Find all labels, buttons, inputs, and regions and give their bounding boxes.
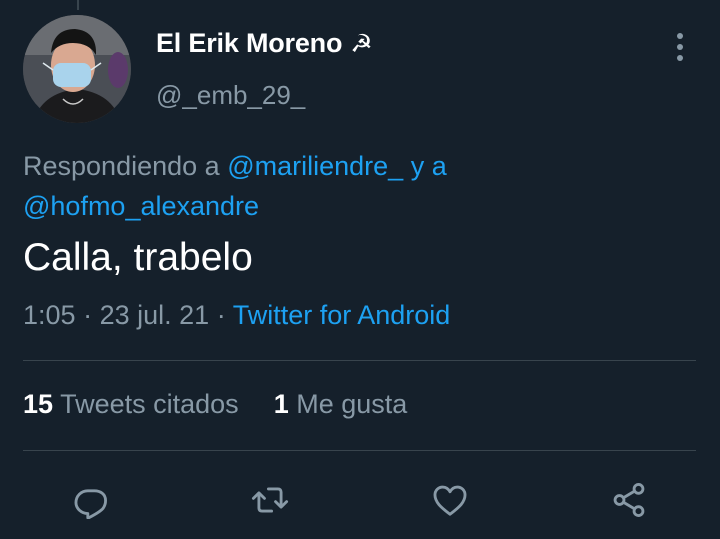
avatar[interactable] [23,15,131,123]
author-name-row[interactable]: El Erik Moreno ☭ [156,28,373,59]
divider [23,450,696,451]
avatar-image [23,15,131,123]
quotes-label: Tweets citados [60,389,239,419]
tweet-source[interactable]: Twitter for Android [233,300,451,330]
reply-connector[interactable]: y a [411,151,447,181]
share-icon [613,483,645,517]
like-icon [433,485,467,516]
tweet-text: Calla, trabelo [23,236,253,279]
share-button[interactable] [609,478,649,522]
tweet-time[interactable]: 1:05 [23,300,76,330]
display-name[interactable]: El Erik Moreno [156,28,342,59]
reply-button[interactable] [71,478,111,522]
meta-separator: · [216,300,226,330]
reply-context: Respondiendo a @mariliendre_ y a @hofmo_… [23,146,683,226]
like-button[interactable] [430,478,470,522]
quotes-stat[interactable]: 15 Tweets citados [23,389,239,419]
likes-label: Me gusta [296,389,408,419]
tweet-date[interactable]: 23 jul. 21 [100,300,210,330]
likes-count: 1 [273,389,289,419]
tweet-meta: 1:05 · 23 jul. 21 · Twitter for Android [23,300,450,331]
more-options-icon[interactable] [668,30,692,64]
divider [23,360,696,361]
reply-icon [74,489,107,519]
tweet-stats: 15 Tweets citados 1 Me gusta [23,389,407,420]
thread-line [77,0,79,10]
mention-link[interactable]: @hofmo_alexandre [23,191,259,221]
retweet-button[interactable] [250,478,290,522]
meta-separator: · [83,300,93,330]
mention-link[interactable]: @mariliendre_ [227,151,403,181]
reply-prefix: Respondiendo a [23,151,220,181]
likes-stat[interactable]: 1 Me gusta [274,389,408,419]
quotes-count: 15 [23,389,54,419]
hammer-sickle-icon: ☭ [350,29,373,58]
retweet-icon [251,487,289,513]
tweet-actions [0,478,720,522]
author-handle[interactable]: @_emb_29_ [156,80,305,111]
